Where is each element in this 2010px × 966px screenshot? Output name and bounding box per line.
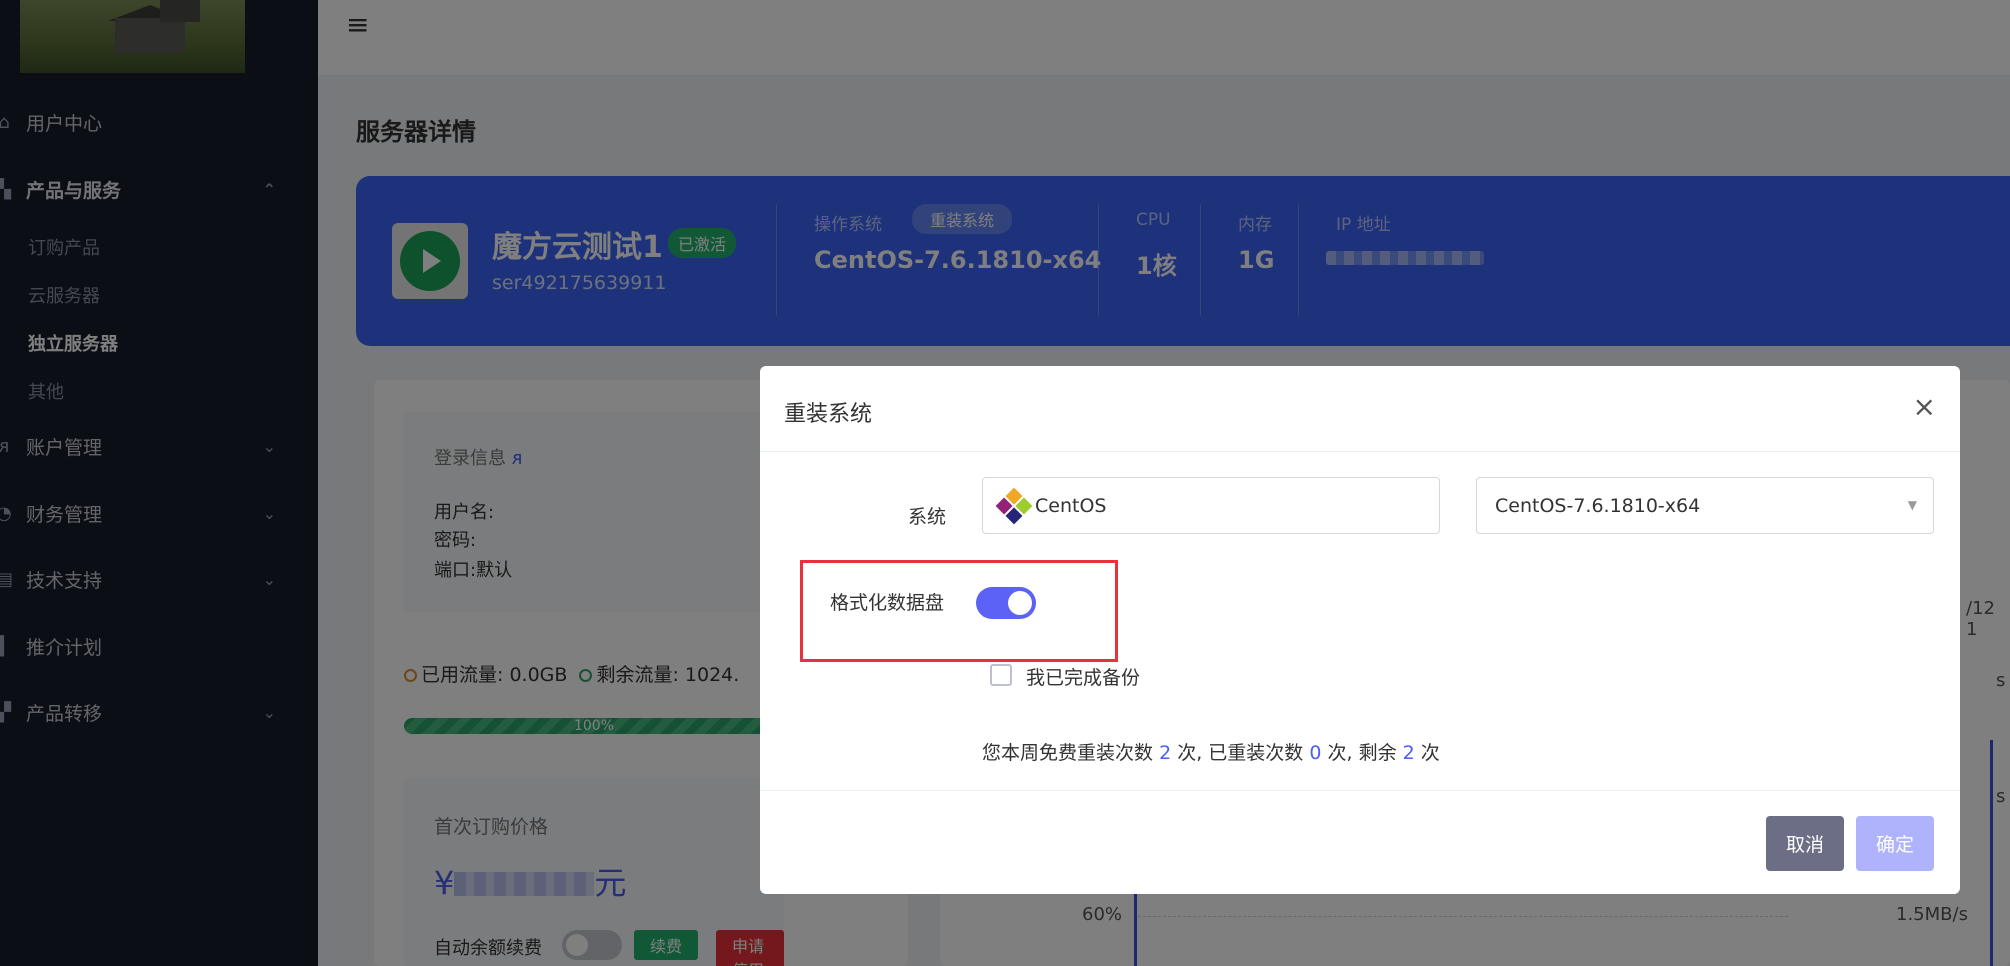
os-family-select[interactable]: CentOS [982,477,1440,534]
dialog-header: 重装系统 × [760,366,1960,452]
close-icon[interactable]: × [1913,390,1936,423]
free-count: 2 [1159,742,1172,764]
used-count: 0 [1309,742,1322,764]
centos-logo-icon [995,487,1033,524]
confirm-button[interactable]: 确定 [1856,816,1934,871]
backup-label: 我已完成备份 [1026,667,1141,689]
backup-checkbox[interactable] [990,664,1012,686]
os-version-select[interactable]: CentOS-7.6.1810-x64 ▼ [1476,477,1934,534]
reinstall-dialog: 重装系统 × 系统 CentOS CentOS-7.6.1810-x64 ▼ 格… [760,366,1960,894]
os-version-value: CentOS-7.6.1810-x64 [1495,494,1701,517]
chevron-down-icon: ▼ [1907,498,1917,512]
dialog-title: 重装系统 [784,402,873,427]
remaining-count: 2 [1402,742,1415,764]
format-disk-label: 格式化数据盘 [830,592,945,614]
dialog-footer-divider [760,790,1960,791]
cancel-button[interactable]: 取消 [1766,816,1844,871]
os-family-value: CentOS [1035,494,1107,517]
reinstall-quota-text: 您本周免费重装次数 2 次, 已重装次数 0 次, 剩余 2 次 [982,742,1440,764]
system-label: 系统 [908,506,947,528]
format-disk-toggle[interactable] [976,587,1036,619]
